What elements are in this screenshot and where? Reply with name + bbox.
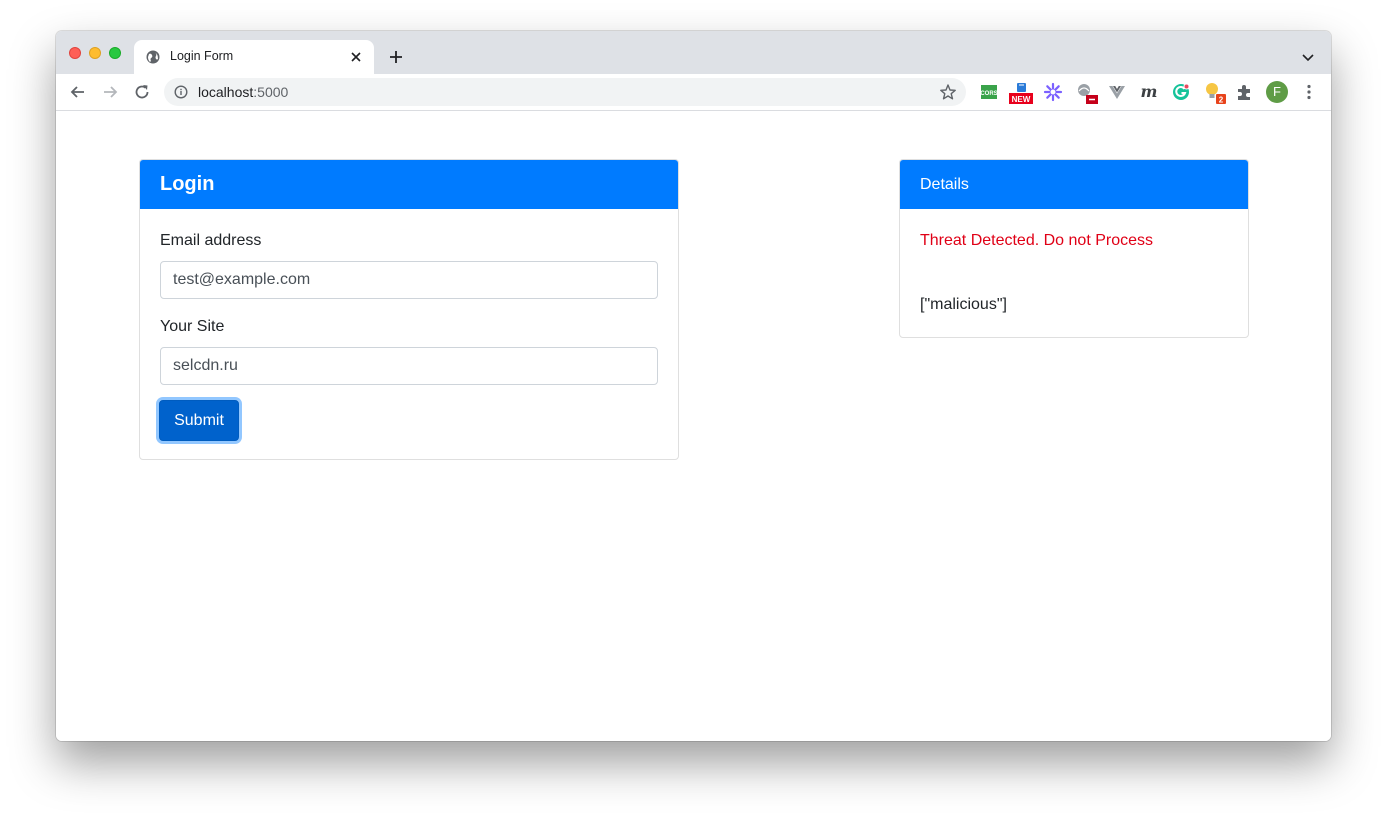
threat-message: Threat Detected. Do not Process	[920, 232, 1153, 249]
maximize-window-button[interactable]	[109, 47, 121, 59]
url-host: localhost	[198, 84, 254, 100]
url-text: localhost:5000	[198, 84, 288, 100]
browser-toolbar: localhost:5000 CORS NEW m 2 F	[56, 74, 1331, 111]
cors-extension-icon[interactable]: CORS	[979, 82, 999, 102]
profile-initial: F	[1273, 84, 1281, 99]
m-label: m	[1141, 82, 1158, 101]
new-badge-extension-icon[interactable]: NEW	[1008, 81, 1034, 107]
bulb-badge-count: 2	[1219, 96, 1224, 105]
details-card: Details Threat Detected. Do not Process …	[899, 159, 1249, 338]
weather-extension-icon[interactable]	[1075, 81, 1099, 105]
scan-result: ["malicious"]	[920, 296, 1007, 313]
chevron-down-icon[interactable]	[1300, 49, 1316, 65]
email-label: Email address	[160, 232, 262, 249]
close-window-button[interactable]	[69, 47, 81, 59]
cors-label: CORS	[980, 91, 997, 97]
info-icon[interactable]	[174, 85, 188, 99]
minimize-window-button[interactable]	[89, 47, 101, 59]
submit-button[interactable]: Submit	[159, 400, 239, 441]
puzzle-icon[interactable]	[1235, 82, 1255, 102]
tab-title: Login Form	[170, 49, 234, 63]
close-tab-icon[interactable]	[348, 49, 364, 65]
site-label: Your Site	[160, 318, 225, 335]
asterisk-extension-icon[interactable]	[1043, 82, 1063, 102]
page-content: Login Email address Your Site Submit Det…	[56, 111, 1331, 741]
email-field[interactable]	[160, 261, 658, 299]
grammarly-icon[interactable]	[1171, 82, 1191, 102]
back-arrow-icon[interactable]	[68, 82, 88, 102]
globe-icon	[146, 50, 160, 64]
tab-strip: Login Form	[56, 31, 1331, 74]
reload-icon[interactable]	[132, 82, 152, 102]
profile-avatar[interactable]: F	[1266, 81, 1288, 103]
bookmark-star-icon[interactable]	[939, 83, 957, 101]
browser-window: Login Form localhost:5000 CORS NEW m 2 F…	[56, 31, 1331, 741]
site-field[interactable]	[160, 347, 658, 385]
kebab-menu-icon[interactable]	[1299, 82, 1319, 102]
address-bar[interactable]: localhost:5000	[164, 78, 966, 106]
new-label: NEW	[1012, 95, 1031, 104]
vue-devtools-icon[interactable]	[1107, 82, 1127, 102]
details-card-header: Details	[900, 160, 1248, 209]
lightbulb-extension-icon[interactable]: 2	[1203, 81, 1227, 105]
new-tab-icon[interactable]	[386, 47, 406, 67]
login-card-header: Login	[140, 160, 678, 209]
login-card: Login Email address Your Site Submit	[139, 159, 679, 460]
tab-login-form[interactable]: Login Form	[134, 40, 374, 74]
forward-arrow-icon[interactable]	[100, 82, 120, 102]
m-extension-icon[interactable]: m	[1139, 82, 1159, 102]
url-port: :5000	[253, 84, 289, 100]
